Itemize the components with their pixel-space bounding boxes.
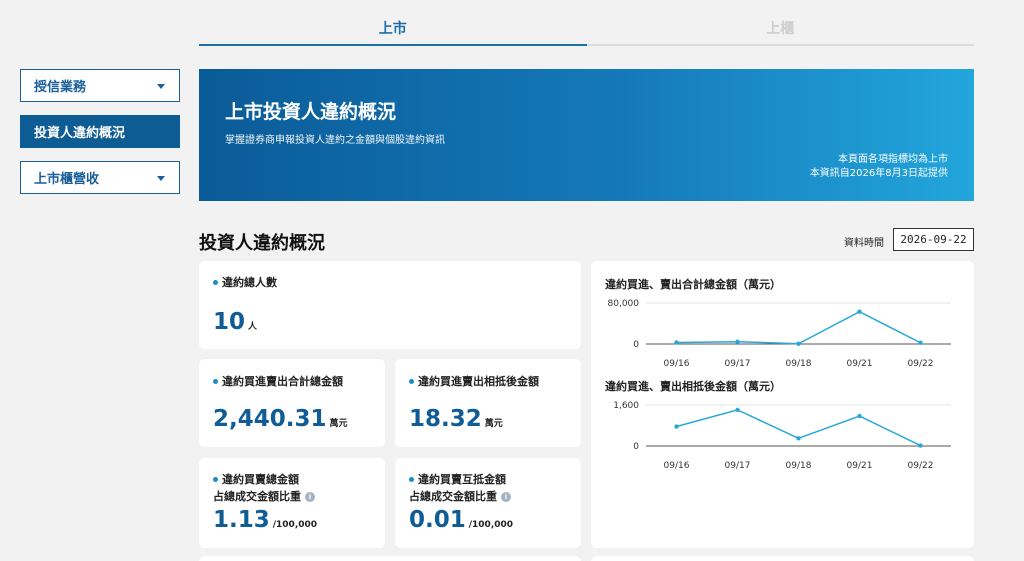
card-total-people: 違約總人數 10 人: [199, 261, 581, 349]
x-tick-label: 09/18: [786, 461, 812, 471]
card-net-amount: 違約買進賣出相抵後金額 18.32 萬元: [395, 359, 581, 447]
chevron-down-icon: [157, 84, 165, 89]
chevron-down-icon: [157, 176, 165, 181]
chart-net-amount: 0 1,600 09/16 09/17 09/18 09/21 09/22: [613, 401, 951, 471]
hero-banner: 上市投資人違約概況 掌握證券商申報投資人違約之金額與個股違約資訊 本頁面各項指標…: [199, 69, 974, 201]
bullet-dot: [213, 378, 218, 384]
info-icon[interactable]: i: [305, 492, 315, 502]
info-icon[interactable]: i: [501, 492, 511, 502]
date-picker[interactable]: 2026-09-22: [893, 228, 974, 251]
sidebar: 授信業務 投資人違約概況 上市櫃營收: [20, 69, 180, 207]
data-point: [918, 443, 923, 448]
banner-note-line: 本頁面各項指標均為上市: [838, 154, 948, 165]
banner-title: 上市投資人違約概況: [225, 101, 397, 123]
card-label: 違約總人數: [222, 276, 277, 289]
bullet-dot: [409, 378, 414, 384]
data-point: [674, 424, 679, 429]
section-title: 投資人違約概況: [199, 233, 325, 254]
card-value: 10: [213, 309, 246, 335]
sidebar-item-revenue[interactable]: 上市櫃營收: [20, 161, 180, 194]
banner-note-line: 本資訊自2026年8月3日起提供: [809, 168, 948, 179]
bullet-dot: [213, 476, 218, 482]
data-point: [857, 309, 862, 314]
banner-subtitle: 掌握證券商申報投資人違約之金額與個股違約資訊: [225, 135, 445, 146]
card-total-amount: 違約買進賣出合計總金額 2,440.31 萬元: [199, 359, 385, 447]
card-value: 1.13: [213, 507, 270, 533]
y-tick-label: 1,600: [613, 401, 639, 411]
sidebar-item-label: 上市櫃營收: [34, 172, 100, 187]
y-tick-label: 80,000: [608, 299, 640, 309]
x-tick-label: 09/22: [908, 461, 934, 471]
x-tick-label: 09/16: [664, 359, 690, 369]
data-point: [796, 436, 801, 441]
card-unit: /100,000: [468, 520, 514, 530]
card-value: 18.32: [409, 406, 482, 432]
x-tick-label: 09/17: [725, 359, 751, 369]
card-value: 2,440.31: [213, 406, 327, 432]
card-label: 違約買賣互抵金額: [418, 473, 506, 486]
chart-card: 違約買進、賣出合計總金額（萬元） 0 80,000 09/16 09/17 09/18 0…: [591, 261, 974, 548]
card-label: 違約買賣總金額: [222, 473, 299, 486]
card-ratio-total: 違約買賣總金額 占總成交金額比重 i 1.13/100,000: [199, 458, 385, 548]
x-tick-label: 09/17: [725, 461, 751, 471]
y-tick-label: 0: [633, 442, 639, 452]
series-line: [676, 310, 921, 345]
bullet-dot: [409, 476, 414, 482]
card-unit: /100,000: [272, 520, 318, 530]
data-point: [857, 413, 862, 419]
sidebar-item-investor-default[interactable]: 投資人違約概況: [20, 115, 180, 148]
sidebar-item-credit[interactable]: 授信業務: [20, 69, 180, 102]
card-unit: 萬元: [484, 419, 503, 429]
data-point: [796, 341, 801, 346]
x-tick-label: 09/16: [664, 461, 690, 471]
date-label: 資料時間: [844, 238, 884, 249]
card-unit: 萬元: [329, 419, 348, 429]
sidebar-item-label: 授信業務: [34, 80, 87, 95]
chart-title: 違約買進、賣出合計總金額（萬元）: [605, 278, 781, 291]
data-point: [735, 339, 740, 344]
card-label: 占總成交金額比重: [409, 490, 497, 503]
data-point: [735, 407, 740, 413]
card-label: 違約買進賣出合計總金額: [222, 375, 343, 388]
sidebar-item-label: 投資人違約概況: [34, 126, 126, 141]
data-point: [918, 340, 923, 345]
card-label: 占總成交金額比重: [213, 490, 301, 503]
card-ratio-net: 違約買賣互抵金額 占總成交金額比重 i 0.01/100,000: [395, 458, 581, 548]
bullet-dot: [213, 279, 218, 285]
x-tick-label: 09/18: [786, 359, 812, 369]
banner-note: 本頁面各項指標均為上市 本資訊自2026年8月3日起提供: [810, 153, 948, 181]
data-point: [674, 340, 679, 345]
market-tabs: 上市 上櫃: [199, 12, 974, 46]
tab-otc[interactable]: 上櫃: [586, 12, 974, 46]
x-tick-label: 09/21: [847, 359, 873, 369]
card-partial: [199, 556, 581, 561]
card-label: 違約買進賣出相抵後金額: [418, 375, 539, 388]
chart-title: 違約買進、賣出相抵後金額（萬元）: [605, 380, 781, 393]
card-value: 0.01: [409, 507, 466, 533]
tab-listed[interactable]: 上市: [199, 12, 587, 46]
card-unit: 人: [248, 322, 258, 332]
x-tick-label: 09/22: [908, 359, 934, 369]
chart-total-amount: 0 80,000 09/16 09/17 09/18 09/21 09/22: [608, 299, 951, 369]
y-tick-label: 0: [633, 340, 639, 350]
card-partial: [591, 556, 974, 561]
x-tick-label: 09/21: [847, 461, 873, 471]
